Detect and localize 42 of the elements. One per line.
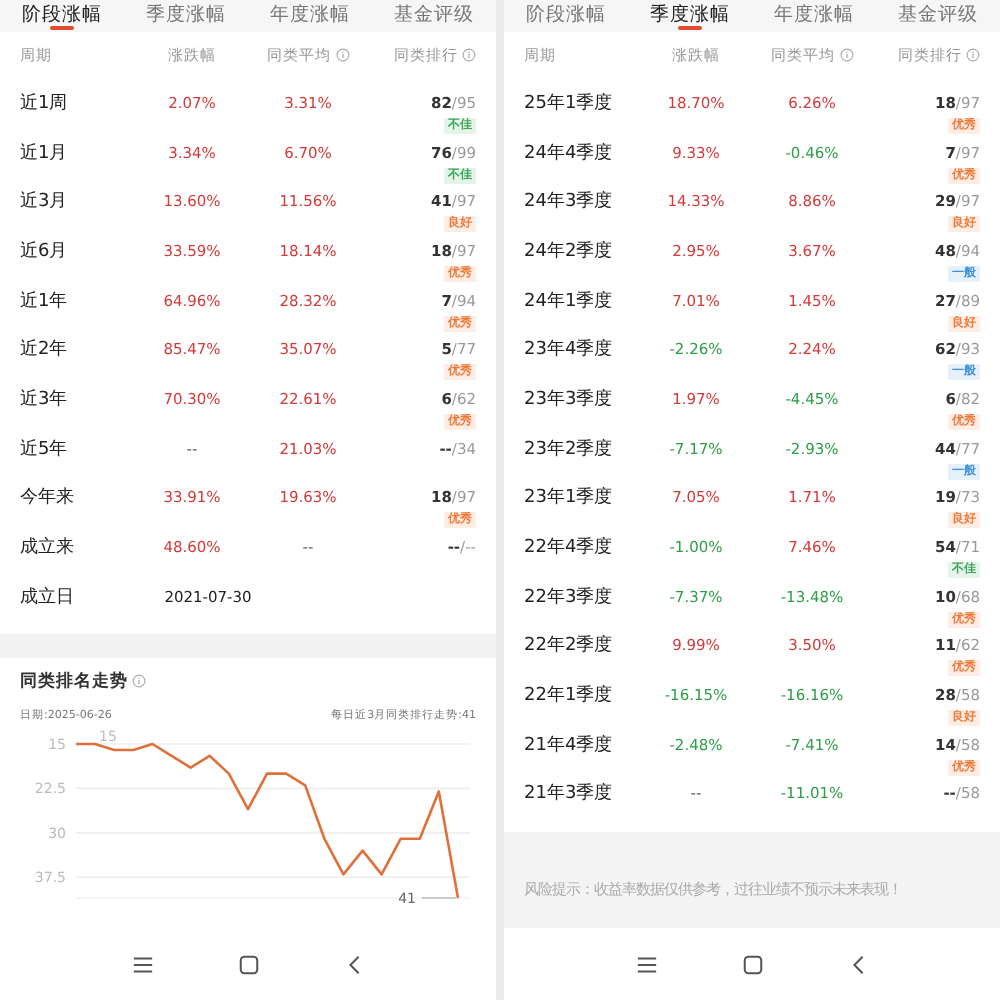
period-label: 24年1季度 <box>524 289 613 314</box>
period-label: 近5年 <box>20 437 68 462</box>
period-label: 21年3季度 <box>524 781 613 807</box>
period-label: 23年2季度 <box>524 437 613 462</box>
menu-icon[interactable] <box>635 953 657 975</box>
period-label: 23年4季度 <box>524 337 613 363</box>
back-icon[interactable] <box>343 953 365 975</box>
period-label: 24年2季度 <box>524 239 613 264</box>
period-label: 近2年 <box>20 337 68 363</box>
period-label: 成立日 <box>20 585 74 610</box>
period-label: 22年1季度 <box>524 683 613 709</box>
back-icon[interactable] <box>847 953 869 975</box>
period-label: 成立来 <box>20 535 74 561</box>
section-title: 同类排名走势 <box>20 669 128 694</box>
home-square-icon[interactable] <box>741 953 763 975</box>
period-label: 近1周 <box>20 91 68 116</box>
tab[interactable]: 季度涨幅 <box>124 0 248 32</box>
tab[interactable]: 基金评级 <box>876 0 1000 32</box>
period-label: 23年1季度 <box>524 485 613 511</box>
period-label: 近3年 <box>20 387 68 412</box>
period-label: 近1月 <box>20 141 68 166</box>
period-label: 25年1季度 <box>524 91 613 116</box>
period-label: 21年4季度 <box>524 733 613 758</box>
period-label: 23年3季度 <box>524 387 613 412</box>
period-label: 22年4季度 <box>524 535 613 561</box>
period-label: 近1年 <box>20 289 68 314</box>
home-square-icon[interactable] <box>237 953 259 975</box>
period-label: 24年3季度 <box>524 189 613 215</box>
tab[interactable]: 年度涨幅 <box>248 0 372 32</box>
tab[interactable]: 年度涨幅 <box>752 0 876 32</box>
tab[interactable]: 基金评级 <box>372 0 496 32</box>
period-label: 22年3季度 <box>524 585 613 610</box>
period-label: 24年4季度 <box>524 141 613 166</box>
tab[interactable]: 阶段涨幅 <box>0 0 124 32</box>
period-label: 22年2季度 <box>524 633 613 659</box>
tab[interactable]: 阶段涨幅 <box>504 0 628 32</box>
period-label: 近3月 <box>20 189 68 215</box>
tab[interactable]: 季度涨幅 <box>628 0 752 32</box>
period-label: 今年来 <box>20 485 74 511</box>
period-label: 近6月 <box>20 239 68 264</box>
leader-line <box>421 896 457 898</box>
menu-icon[interactable] <box>131 953 153 975</box>
